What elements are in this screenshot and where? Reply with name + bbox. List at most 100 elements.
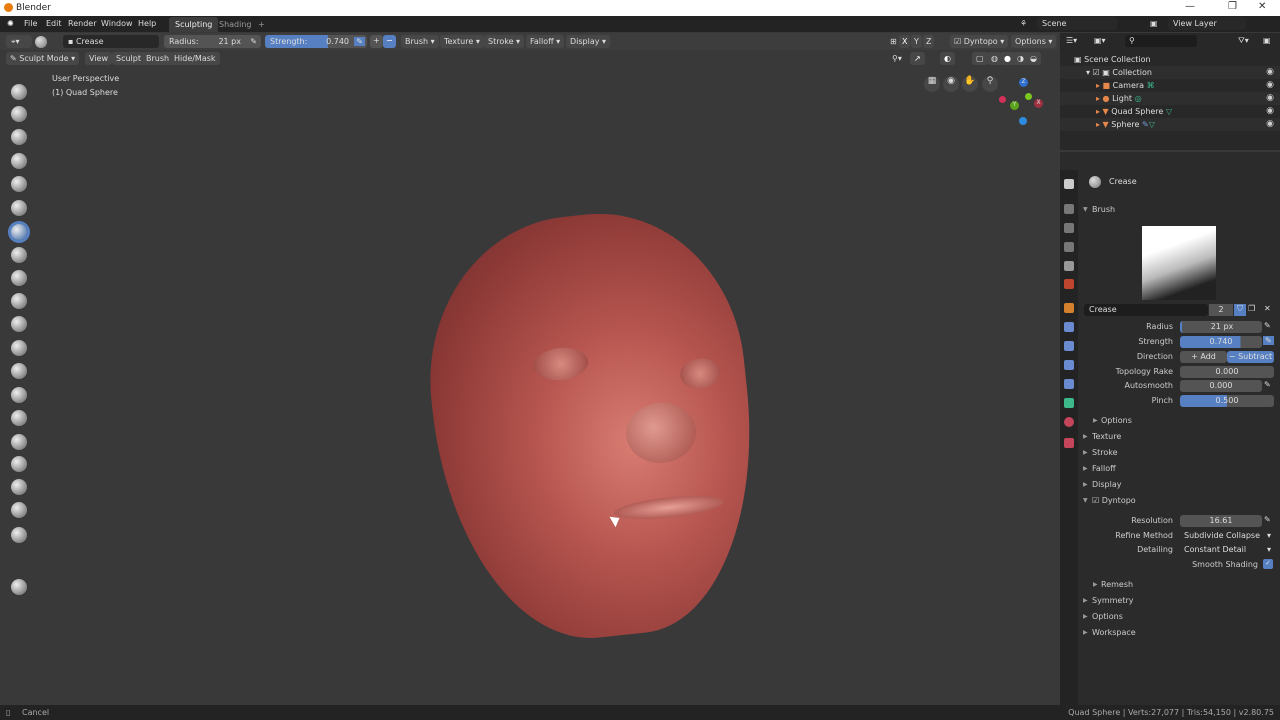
remesh-subpanel[interactable]: Remesh [1101,580,1133,589]
tab-sculpting[interactable]: Sculpting [169,17,219,32]
view-menu[interactable]: View [85,52,112,65]
expand-triangle-icon[interactable]: ▶ [1083,449,1088,456]
topology-rake-field[interactable]: 0.000 [1180,366,1274,378]
modifier-tab-icon[interactable] [1064,322,1074,332]
xray-toggle[interactable]: ▢ [972,52,988,65]
dyntopo-section-header[interactable]: ☑ Dyntopo [1092,496,1136,505]
stroke-section-header[interactable]: Stroke [1092,448,1118,457]
expand-triangle-icon[interactable]: ▶ [1083,465,1088,472]
tool-crease-icon[interactable] [11,224,27,240]
scene-tab-icon[interactable] [1064,261,1074,271]
gizmo-z-axis[interactable]: Z [1019,78,1028,87]
mirror-y-toggle[interactable]: Y [911,35,922,48]
tool-layer-icon[interactable] [11,153,27,169]
tool-inflate-icon[interactable] [11,176,27,192]
expand-triangle-icon[interactable]: ▶ [1083,433,1088,440]
direction-add-button[interactable]: + Add [1180,351,1227,363]
expand-triangle-icon[interactable]: ▶ [1083,597,1088,604]
falloff-menu[interactable]: Falloff ▾ [526,35,565,48]
outliner-item-light[interactable]: ▸ ● Light ◎ ◉ [1060,92,1280,105]
outliner-item-camera[interactable]: ▸ ■ Camera ⌘ ◉ [1060,79,1280,92]
mirror-z-toggle[interactable]: Z [923,35,935,48]
brush-options-subpanel[interactable]: Options [1101,416,1132,425]
smooth-shading-checkbox[interactable]: ✓ [1263,559,1273,569]
tool-annotate-icon[interactable] [11,579,27,595]
display-section-header[interactable]: Display [1092,480,1122,489]
fake-user-shield-icon[interactable]: ⛉ [1234,304,1246,316]
brush-preview-thumbnail[interactable] [1142,226,1216,300]
display-mode-icon[interactable]: ☰▾ [1066,36,1077,45]
visibility-icon[interactable]: ⚲▾ [888,52,906,65]
tool-rotate-icon[interactable] [11,456,27,472]
render-tab-icon[interactable] [1064,204,1074,214]
eye-icon[interactable]: ◉ [1266,119,1274,129]
tool-simplify-icon[interactable] [11,502,27,518]
pressure-icon[interactable]: ✎ [1264,380,1271,389]
mirror-x-toggle[interactable]: X [899,35,911,48]
subtract-direction-button[interactable]: − [383,35,396,48]
navigation-gizmo[interactable]: Z Y X [995,75,1050,135]
eye-icon[interactable]: ◉ [1266,106,1274,116]
brush-users-count[interactable]: 2 [1209,304,1233,316]
strength-field[interactable]: 0.740 [1180,336,1262,348]
tool-snake-hook-icon[interactable] [11,387,27,403]
options-section-header[interactable]: Options [1092,612,1123,621]
brush-datablock-name[interactable]: Crease [1084,304,1208,316]
outliner-item-quad-sphere[interactable]: ▸ ▼ Quad Sphere ▽ ◉ [1060,105,1280,118]
tool-grab-icon[interactable] [11,363,27,379]
options-menu[interactable]: Options ▾ [1011,35,1057,48]
gizmo-neg-x[interactable] [999,96,1006,103]
eyedropper-icon[interactable]: ✎ [1264,515,1271,524]
new-collection-icon[interactable]: ▣ [1263,36,1271,45]
3d-viewport[interactable]: User Perspective (1) Quad Sphere ▦ ◉ ✋ ⚲… [0,67,1058,705]
filter-view-icon[interactable]: ▣▾ [1094,36,1106,45]
texture-section-header[interactable]: Texture [1092,432,1121,441]
tool-clay-strips-icon[interactable] [11,129,27,145]
data-tab-icon[interactable] [1064,398,1074,408]
collapse-triangle-icon[interactable]: ▼ [1083,206,1088,213]
expand-triangle-icon[interactable]: ▶ [1093,581,1098,588]
menu-window[interactable]: Window [101,19,133,28]
object-tab-icon[interactable] [1064,303,1074,313]
gizmo-neg-y[interactable] [1025,93,1032,100]
view-layer-icon[interactable]: ▣ [1150,19,1158,28]
brush-section-header[interactable]: Brush [1092,205,1115,214]
tool-smooth-icon[interactable] [11,247,27,263]
texture-menu[interactable]: Texture ▾ [440,35,484,48]
constraints-tab-icon[interactable] [1064,379,1074,389]
tab-shading[interactable]: Shading [213,17,258,32]
expand-triangle-icon[interactable]: ▶ [1093,417,1098,424]
overlay-toggle[interactable]: ◐ [940,52,955,65]
tool-scrape-icon[interactable] [11,316,27,332]
pressure-icon[interactable]: ✎ [250,37,257,46]
brush-name-field[interactable]: ▪ Crease [63,35,159,48]
outliner-scene-collection[interactable]: ▣ Scene Collection [1060,53,1280,66]
output-tab-icon[interactable] [1064,223,1074,233]
collapse-triangle-icon[interactable]: ▼ [1083,497,1088,504]
resolution-field[interactable]: 16.61 [1180,515,1262,527]
world-tab-icon[interactable] [1064,279,1074,289]
filter-icon[interactable]: ⛛▾ [1238,36,1249,46]
outliner-search[interactable]: ⚲ [1125,35,1197,47]
pressure-icon[interactable]: ✎ [354,37,365,46]
radius-field[interactable]: 21 px [1180,321,1262,333]
tool-clay-icon[interactable] [11,106,27,122]
outliner-item-sphere[interactable]: ▸ ▼ Sphere ✎▽ ◉ [1060,118,1280,131]
stroke-menu[interactable]: Stroke ▾ [484,35,525,48]
physics-tab-icon[interactable] [1064,360,1074,370]
tool-box-mask-icon[interactable] [11,527,27,543]
menu-help[interactable]: Help [138,19,156,28]
dyntopo-toggle[interactable]: ☑ Dyntopo ▾ [950,35,1009,48]
grid-view-button[interactable]: ▦ [924,76,940,92]
tool-tab-icon[interactable] [1064,179,1074,189]
material-tab-icon[interactable] [1064,417,1074,427]
tool-pinch-icon[interactable] [11,340,27,356]
gizmo-x-axis[interactable]: X [1034,99,1043,108]
outliner-collection[interactable]: ▾ ☑ ▣ Collection ◉ [1060,66,1280,79]
expand-triangle-icon[interactable]: ▶ [1083,613,1088,620]
tool-fill-icon[interactable] [11,293,27,309]
sculpt-menu[interactable]: Sculpt [112,52,145,65]
eye-icon[interactable]: ◉ [1266,67,1274,77]
tool-nudge-icon[interactable] [11,434,27,450]
rendered-shading[interactable]: ◒ [1026,52,1041,65]
